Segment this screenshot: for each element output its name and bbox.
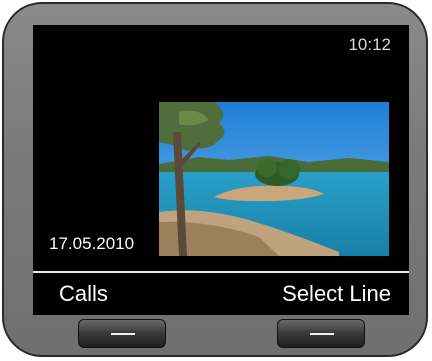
display-screen: 10:12 17.05.2010 Calls Select Line — [33, 25, 409, 315]
screensaver-photo — [159, 102, 389, 256]
right-softkey-button[interactable] — [277, 319, 365, 348]
softkey-select-line[interactable]: Select Line — [282, 281, 391, 307]
softkey-calls[interactable]: Calls — [59, 281, 108, 307]
left-softkey-button[interactable] — [78, 319, 166, 348]
date-display: 17.05.2010 — [49, 234, 135, 253]
clock: 10:12 — [348, 35, 391, 54]
softkey-divider — [33, 271, 409, 273]
